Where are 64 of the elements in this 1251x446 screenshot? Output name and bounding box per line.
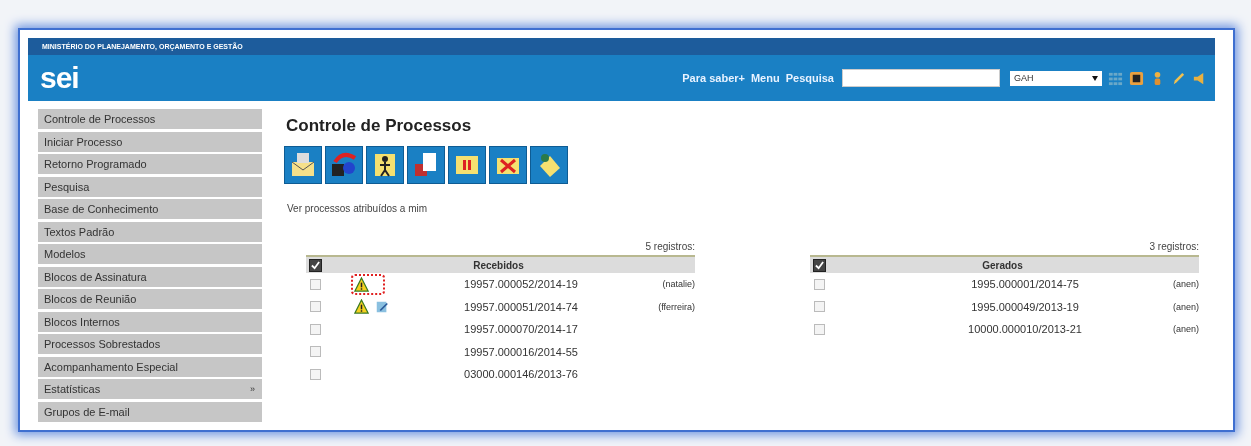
nav-link[interactable]: Pesquisa xyxy=(785,72,834,84)
sidebar-item[interactable]: Textos Padrão xyxy=(38,221,262,242)
process-number-link[interactable]: 19957.000070/2014-17 xyxy=(417,323,615,336)
process-number-link[interactable]: 10000.000010/2013-21 xyxy=(921,323,1119,336)
warning-icon[interactable] xyxy=(354,276,369,292)
badge-icon[interactable] xyxy=(1129,70,1144,86)
assigned-processes-link[interactable]: Ver processos atribuídos a mim xyxy=(287,203,1215,214)
sidebar-item[interactable]: Controle de Processos xyxy=(38,109,262,129)
menu-label: Estatísticas xyxy=(44,383,101,395)
process-number-link[interactable]: 19957.000052/2014-19 xyxy=(417,278,615,291)
record-count: 5 registros: xyxy=(644,241,695,254)
warning-icon[interactable] xyxy=(354,299,369,315)
process-number-link[interactable]: 1995.000001/2014-75 xyxy=(921,278,1119,291)
process-number-link[interactable]: 1995.000049/2013-19 xyxy=(921,300,1119,313)
sidebar-item[interactable]: Iniciar Processo xyxy=(38,131,262,152)
process-number-link[interactable]: 03000.000146/2013-76 xyxy=(417,368,615,381)
submenu-marker: » xyxy=(250,384,255,394)
row-checkbox[interactable] xyxy=(310,323,321,335)
sidebar-item[interactable]: Estatísticas » xyxy=(38,379,262,399)
sidebar-item[interactable]: Pesquisa xyxy=(38,176,262,197)
nav-link[interactable]: Menu xyxy=(750,72,780,84)
assigned-user: (anen) xyxy=(1172,324,1199,335)
assigned-user: (natalie) xyxy=(661,279,695,290)
process-number-link[interactable]: 19957.000051/2014-74 xyxy=(417,300,615,313)
row-checkbox[interactable] xyxy=(310,368,321,380)
pause-button[interactable] xyxy=(448,146,486,184)
select-all-checkbox[interactable] xyxy=(813,258,826,272)
row-checkbox[interactable] xyxy=(310,346,321,358)
nav-link[interactable]: Para saber+ xyxy=(682,72,745,84)
column-heading: Gerados xyxy=(981,259,1024,271)
sidebar-item[interactable]: Base de Conhecimento xyxy=(38,199,262,219)
sidebar-item[interactable]: Blocos Internos xyxy=(38,311,262,332)
page-title: Controle de Processos xyxy=(286,116,473,136)
row-checkbox[interactable] xyxy=(814,278,825,290)
sidebar-item[interactable]: Grupos de E-mail xyxy=(38,401,262,422)
row-checkbox[interactable] xyxy=(814,323,825,335)
note-icon[interactable] xyxy=(375,299,389,314)
folder-cross-button[interactable] xyxy=(489,146,527,184)
sidebar-item[interactable]: Modelos xyxy=(38,244,262,264)
envelope-button[interactable] xyxy=(284,146,322,184)
pencil-icon[interactable] xyxy=(1171,70,1186,86)
documents-button[interactable] xyxy=(407,146,445,184)
sidebar-item[interactable]: Processos Sobrestados xyxy=(38,334,262,354)
assigned-user: (anen) xyxy=(1172,301,1199,312)
person-button[interactable] xyxy=(366,146,404,184)
arrows-button[interactable] xyxy=(325,146,363,184)
sidebar-item[interactable]: Retorno Programado xyxy=(38,154,262,174)
search-field[interactable] xyxy=(842,69,1000,87)
column-heading: Recebidos xyxy=(472,259,525,271)
assigned-user: (anen) xyxy=(1172,279,1199,290)
sidebar-item[interactable]: Blocos de Reunião xyxy=(38,289,262,309)
assigned-user: (fferreira) xyxy=(657,301,695,312)
select-all-checkbox[interactable] xyxy=(309,258,322,272)
sei-logo[interactable]: sei xyxy=(40,61,79,95)
process-number-link[interactable]: 19957.000016/2014-55 xyxy=(417,345,615,358)
row-checkbox[interactable] xyxy=(310,301,321,313)
unit-select[interactable]: GAH xyxy=(1010,70,1102,86)
sidebar-item[interactable]: Blocos de Assinatura xyxy=(38,266,262,287)
row-checkbox[interactable] xyxy=(310,278,321,290)
record-count: 3 registros: xyxy=(1148,241,1199,254)
note-button[interactable] xyxy=(530,146,568,184)
row-checkbox[interactable] xyxy=(814,301,825,313)
caret-icon xyxy=(1092,75,1098,81)
sidebar-item[interactable]: Acompanhamento Especial xyxy=(38,356,262,377)
